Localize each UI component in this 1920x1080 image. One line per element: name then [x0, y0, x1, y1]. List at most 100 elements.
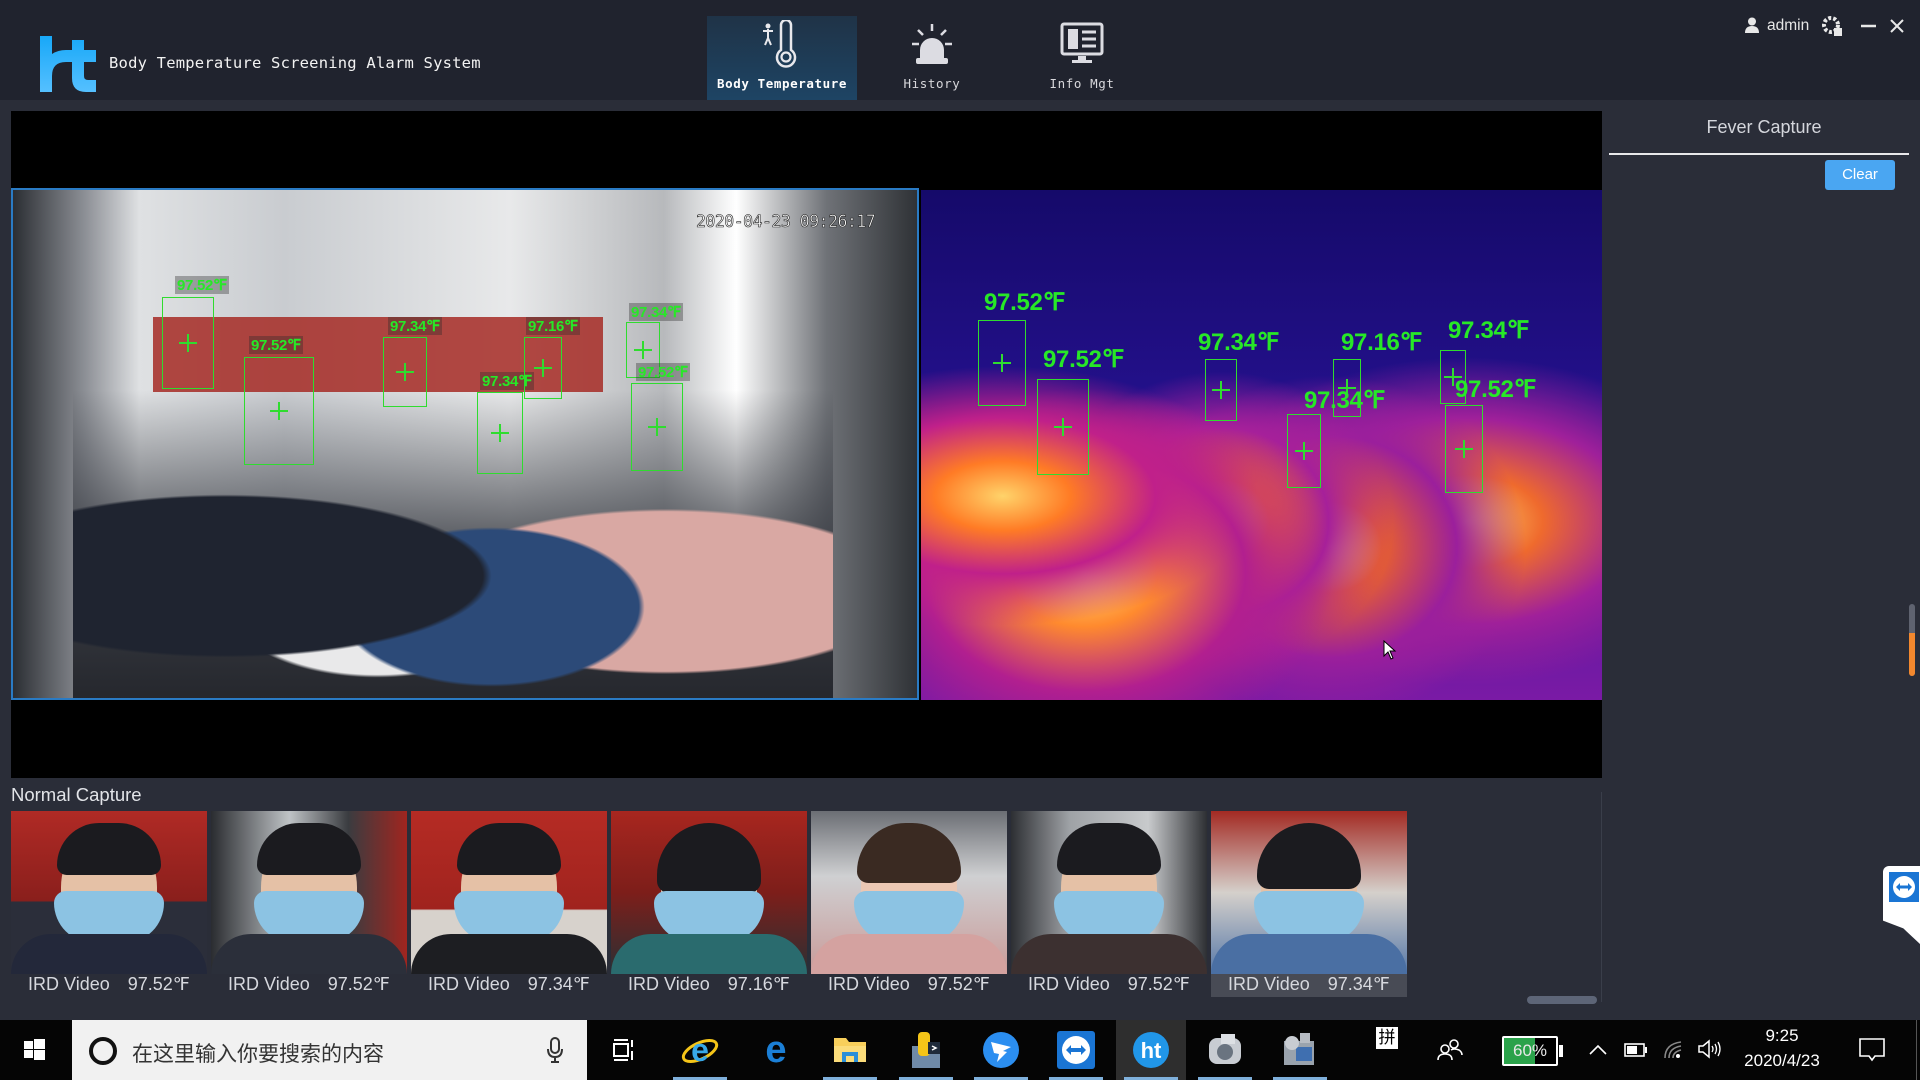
nav-label: Body Temperature: [716, 76, 847, 91]
volume-icon[interactable]: [1697, 1038, 1723, 1060]
temperature-label: 97.52℉: [1043, 346, 1125, 373]
taskbar-app-ht[interactable]: ht: [1116, 1020, 1186, 1080]
battery-percent-label: 60%: [1512, 1041, 1548, 1060]
capture-caption: IRD Video 97.34℉: [1228, 974, 1390, 994]
temperature-label: 97.52℉: [249, 336, 304, 354]
username[interactable]: admin: [1767, 17, 1809, 35]
thermal-video[interactable]: 97.52℉ 97.52℉ 97.34℉ 97.34℉ 97.16℉ 97.34…: [921, 190, 1602, 700]
capture-item[interactable]: IRD Video 97.52℉: [211, 811, 407, 997]
temperature-label: 97.16℉: [1341, 329, 1423, 356]
capture-item[interactable]: IRD Video 97.52℉: [1011, 811, 1207, 997]
show-desktop-button[interactable]: [1916, 1020, 1920, 1080]
microphone-icon[interactable]: [546, 1036, 564, 1064]
capture-item[interactable]: IRD Video 97.52℉: [811, 811, 1007, 997]
capture-item[interactable]: IRD Video 97.16℉: [611, 811, 807, 997]
capture-caption: IRD Video 97.16℉: [628, 974, 790, 994]
capture-horizontal-scrollbar[interactable]: [1527, 996, 1597, 1004]
windows-taskbar: 在这里输入你要搜索的内容 e e ht 拼 60% 9:25 2020/4/23: [0, 1020, 1920, 1080]
teamviewer-icon: [1057, 1031, 1095, 1069]
edge-icon: e: [765, 1032, 786, 1068]
internet-explorer-icon: e: [681, 1032, 719, 1068]
capture-item[interactable]: IRD Video 97.34℉: [1211, 811, 1407, 997]
capture-thumbnail: [1211, 811, 1407, 974]
temperature-label: 97.52℉: [175, 276, 230, 294]
taskbar-app-python[interactable]: [891, 1020, 961, 1080]
temperature-label: 97.52℉: [1455, 376, 1537, 403]
capture-caption: IRD Video 97.52℉: [1028, 974, 1190, 994]
battery-percentage-widget[interactable]: 60%: [1502, 1036, 1558, 1066]
clear-button[interactable]: Clear: [1825, 160, 1895, 190]
face-detection-box: [524, 337, 562, 399]
face-detection-box: [477, 392, 523, 474]
face-detection-box: [1037, 379, 1089, 475]
action-center-icon[interactable]: [1858, 1036, 1886, 1064]
video-timestamp: 2020-04-23 09:26:17: [696, 212, 876, 232]
camera-app-icon: [1284, 1033, 1314, 1065]
svg-text:e: e: [765, 1032, 786, 1068]
people-icon[interactable]: [1437, 1038, 1463, 1062]
nav-history[interactable]: History: [857, 16, 1007, 100]
wifi-icon[interactable]: [1661, 1038, 1685, 1060]
temperature-label: 97.34℉: [388, 317, 443, 335]
temperature-label: 97.16℉: [526, 317, 581, 335]
taskbar-search-box[interactable]: 在这里输入你要搜索的内容: [72, 1020, 587, 1080]
face-detection-box: [1333, 359, 1361, 417]
fever-capture-scrollbar[interactable]: [1909, 604, 1915, 676]
capture-caption: IRD Video 97.34℉: [428, 974, 590, 994]
panel-divider: [1601, 792, 1602, 1002]
capture-item[interactable]: IRD Video 97.52℉: [11, 811, 207, 997]
capture-item[interactable]: IRD Video 97.34℉: [411, 811, 607, 997]
capture-thumbnail: [11, 811, 207, 974]
nav-label: History: [903, 76, 961, 91]
clock-time[interactable]: 9:25: [1756, 1026, 1808, 1046]
file-explorer-icon: [834, 1038, 866, 1062]
live-video-panel[interactable]: 2020-04-23 09:26:17 97.52℉ 97.52℉ 97.34℉…: [11, 111, 1602, 778]
taskbar-app-camera[interactable]: [1265, 1020, 1335, 1080]
search-placeholder: 在这里输入你要搜索的内容: [132, 1043, 384, 1066]
settings-icon[interactable]: [1820, 14, 1844, 38]
python-icon: [912, 1032, 940, 1068]
chevron-up-icon[interactable]: [1588, 1042, 1608, 1058]
divider: [1609, 153, 1909, 155]
capture-thumbnail: [1011, 811, 1207, 974]
close-icon[interactable]: [1885, 14, 1909, 38]
battery-icon[interactable]: [1624, 1042, 1648, 1058]
face-detection-box: [1287, 414, 1321, 488]
nav-body-temperature[interactable]: Body Temperature: [707, 16, 857, 100]
nav-info-mgt[interactable]: Info Mgt: [1007, 16, 1157, 100]
ime-indicator[interactable]: 拼: [1376, 1027, 1398, 1049]
taskbar-app-dingtalk[interactable]: [966, 1020, 1036, 1080]
mouse-cursor-icon: [1383, 640, 1397, 660]
fever-capture-title: Fever Capture: [1706, 117, 1822, 137]
nav-label: Info Mgt: [1049, 76, 1115, 91]
dingtalk-icon: [983, 1032, 1019, 1068]
taskbar-app-edge[interactable]: e: [741, 1020, 811, 1080]
temperature-label: 97.52℉: [636, 363, 691, 381]
app-title: Body Temperature Screening Alarm System: [109, 54, 481, 72]
svg-text:e: e: [691, 1032, 709, 1068]
face-detection-box: [162, 297, 214, 389]
task-view-icon: [613, 1039, 633, 1061]
taskbar-app-teamviewer[interactable]: [1041, 1020, 1111, 1080]
face-detection-box: [1205, 359, 1237, 421]
task-view-button[interactable]: [589, 1020, 659, 1080]
taskbar-app-file-explorer[interactable]: [815, 1020, 885, 1080]
capture-thumbnail: [211, 811, 407, 974]
ht-logo-icon: [40, 36, 96, 92]
taskbar-app-ie[interactable]: e: [665, 1020, 735, 1080]
teamviewer-icon: [1889, 872, 1919, 902]
thermometer-person-icon: [763, 20, 797, 68]
face-detection-box: [631, 383, 683, 471]
temperature-label: 97.34℉: [629, 303, 684, 321]
taskbar-app-media[interactable]: [1190, 1020, 1260, 1080]
visible-light-video[interactable]: 2020-04-23 09:26:17 97.52℉ 97.52℉ 97.34℉…: [11, 188, 919, 700]
minimize-icon[interactable]: [1856, 14, 1880, 38]
media-app-icon: [1209, 1034, 1241, 1064]
temperature-label: 97.34℉: [1198, 329, 1280, 356]
cortana-icon: [89, 1037, 117, 1065]
user-area: admin: [1720, 10, 1920, 42]
clock-date[interactable]: 2020/4/23: [1731, 1051, 1833, 1071]
normal-capture-list[interactable]: IRD Video 97.52℉ IRD Video 97.52℉ IRD Vide…: [11, 811, 1603, 1001]
normal-capture-title: Normal Capture: [11, 784, 142, 805]
windows-start-icon[interactable]: [0, 1020, 70, 1080]
